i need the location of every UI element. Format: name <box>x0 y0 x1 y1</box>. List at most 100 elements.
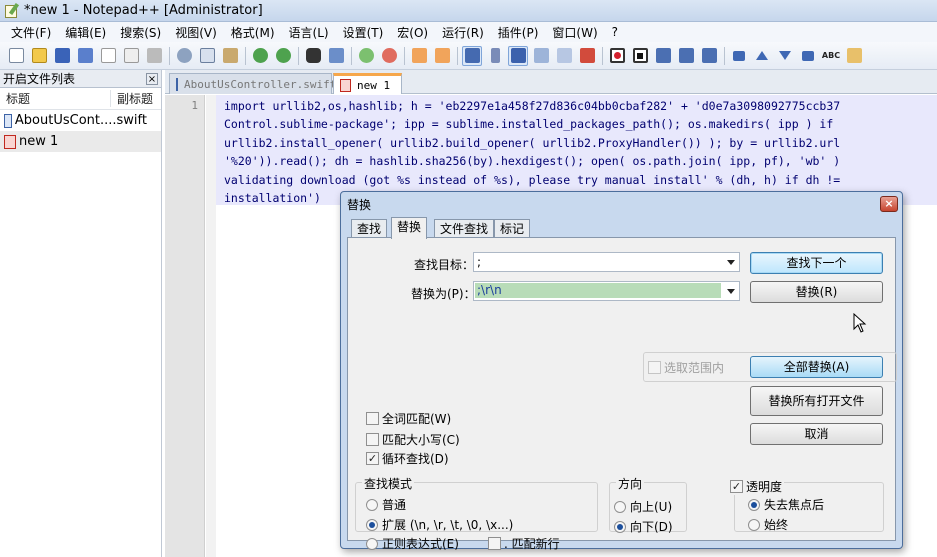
record-macro-icon[interactable] <box>607 46 627 66</box>
close-icon[interactable]: × <box>146 72 158 85</box>
find-icon[interactable] <box>303 46 323 66</box>
close-icon[interactable]: × <box>880 196 898 212</box>
dot-newline-checkbox[interactable]: . 匹配新行 <box>488 535 560 552</box>
chevron-down-icon[interactable] <box>727 260 735 265</box>
match-case-checkbox[interactable]: 匹配大小写(C) <box>366 431 460 448</box>
always-radio[interactable]: 始终 <box>748 516 788 533</box>
save-macro-icon[interactable] <box>699 46 719 66</box>
folder-workspace-icon[interactable] <box>577 46 597 66</box>
regex-mode-radio[interactable]: 正则表达式(E) <box>366 535 459 552</box>
file-name: new 1 <box>19 134 59 149</box>
menu-window[interactable]: 窗口(W) <box>545 24 604 41</box>
spellcheck-icon[interactable]: ABC <box>821 46 841 66</box>
whole-word-checkbox[interactable]: 全词匹配(W) <box>366 410 451 427</box>
replace-all-open-button[interactable]: 替换所有打开文件 <box>750 386 883 416</box>
code-text[interactable]: import urllib2,os,hashlib; h = 'eb2297e1… <box>216 95 937 205</box>
tab-find-in-files[interactable]: 文件查找 <box>434 219 495 239</box>
mouse-cursor-icon <box>853 313 867 333</box>
doc-list-panel: 开启文件列表 × 标题 副标题 AboutUsCont... .swift ne… <box>0 70 162 557</box>
tab-label: AboutUsController.swift <box>184 77 337 91</box>
new-file-icon[interactable] <box>6 46 26 66</box>
redo-icon[interactable] <box>273 46 293 66</box>
find-input[interactable]: ; <box>473 252 740 272</box>
save-icon[interactable] <box>52 46 72 66</box>
direction-title: 方向 <box>616 475 645 492</box>
menu-view[interactable]: 视图(V) <box>168 24 224 41</box>
zoom-in-icon[interactable] <box>356 46 376 66</box>
cancel-button[interactable]: 取消 <box>750 423 883 445</box>
doc-map-icon[interactable] <box>531 46 551 66</box>
toolbar-separator <box>724 46 725 65</box>
find-next-button[interactable]: 查找下一个 <box>750 252 883 274</box>
fold-margin[interactable] <box>206 95 216 557</box>
fold-down-icon[interactable] <box>798 46 818 66</box>
down-icon[interactable] <box>775 46 795 66</box>
menu-macro[interactable]: 宏(O) <box>390 24 435 41</box>
normal-mode-radio[interactable]: 普通 <box>366 496 406 513</box>
file-icon <box>176 77 178 91</box>
fold-up-icon[interactable] <box>729 46 749 66</box>
replace-icon[interactable] <box>326 46 346 66</box>
up-icon[interactable] <box>752 46 772 66</box>
code-line: urllib2.install_opener( urllib2.build_op… <box>224 135 841 150</box>
list-item[interactable]: AboutUsCont... .swift <box>0 110 161 131</box>
list-item[interactable]: new 1 <box>0 131 161 152</box>
tab-replace[interactable]: 替换 <box>391 217 428 239</box>
menu-search[interactable]: 搜索(S) <box>113 24 168 41</box>
menu-edit[interactable]: 编辑(E) <box>58 24 113 41</box>
tab-aboutus-controller[interactable]: AboutUsController.swift <box>169 73 336 94</box>
menu-file[interactable]: 文件(F) <box>4 24 58 41</box>
open-file-icon[interactable] <box>29 46 49 66</box>
menu-format[interactable]: 格式(M) <box>224 24 282 41</box>
in-selection-checkbox[interactable]: 选取范围内 <box>648 359 724 376</box>
replace-value: ;\r\n <box>475 283 721 298</box>
replace-input[interactable]: ;\r\n <box>473 281 740 301</box>
transparency-checkbox[interactable]: ✓ 透明度 <box>730 478 785 495</box>
print-icon[interactable] <box>144 46 164 66</box>
checkbox-box <box>648 361 661 374</box>
function-list-icon[interactable] <box>554 46 574 66</box>
replace-button[interactable]: 替换(R) <box>750 281 883 303</box>
tab-find[interactable]: 查找 <box>351 219 388 239</box>
sync-horizontal-icon[interactable] <box>432 46 452 66</box>
word-wrap-icon[interactable] <box>462 45 482 66</box>
menu-settings[interactable]: 设置(T) <box>336 24 391 41</box>
on-lose-focus-radio[interactable]: 失去焦点后 <box>748 496 824 513</box>
undo-icon[interactable] <box>250 46 270 66</box>
zoom-out-icon[interactable] <box>379 46 399 66</box>
column-header-name[interactable]: 标题 <box>0 90 30 107</box>
toolbar-separator <box>169 46 170 65</box>
dialog-title: 替换 <box>347 198 372 212</box>
direction-down-radio[interactable]: 向下(D) <box>614 518 673 535</box>
on-lose-focus-label: 失去焦点后 <box>764 498 825 512</box>
direction-up-label: 向上(U) <box>630 500 673 514</box>
sync-vertical-icon[interactable] <box>409 46 429 66</box>
close-icon[interactable] <box>98 46 118 66</box>
extended-mode-label: 扩展 (\n, \r, \t, \0, \x...) <box>382 518 514 532</box>
all-chars-icon[interactable] <box>485 46 505 66</box>
paste-icon[interactable] <box>220 46 240 66</box>
menu-language[interactable]: 语言(L) <box>282 24 336 41</box>
save-all-icon[interactable] <box>75 46 95 66</box>
menu-help[interactable]: ? <box>605 25 625 39</box>
play-macro-icon[interactable] <box>653 46 673 66</box>
replace-all-button[interactable]: 全部替换(A) <box>750 356 883 378</box>
column-header-ext[interactable]: 副标题 <box>109 90 161 107</box>
direction-up-radio[interactable]: 向上(U) <box>614 498 672 515</box>
menu-plugins[interactable]: 插件(P) <box>491 24 546 41</box>
clipboard-icon[interactable] <box>844 46 864 66</box>
indent-guide-icon[interactable] <box>508 45 528 66</box>
checkbox-box: ✓ <box>730 480 743 493</box>
close-all-icon[interactable] <box>121 46 141 66</box>
stop-record-icon[interactable] <box>630 46 650 66</box>
tab-mark[interactable]: 标记 <box>494 219 531 239</box>
menu-run[interactable]: 运行(R) <box>435 24 491 41</box>
tab-new-1[interactable]: new 1 <box>333 73 402 94</box>
toolbar-separator <box>298 46 299 65</box>
cut-icon[interactable] <box>174 46 194 66</box>
extended-mode-radio[interactable]: 扩展 (\n, \r, \t, \0, \x...) <box>366 516 513 533</box>
wrap-around-checkbox[interactable]: ✓ 循环查找(D) <box>366 450 449 467</box>
play-multiple-icon[interactable] <box>676 46 696 66</box>
chevron-down-icon[interactable] <box>727 289 735 294</box>
copy-icon[interactable] <box>197 46 217 66</box>
